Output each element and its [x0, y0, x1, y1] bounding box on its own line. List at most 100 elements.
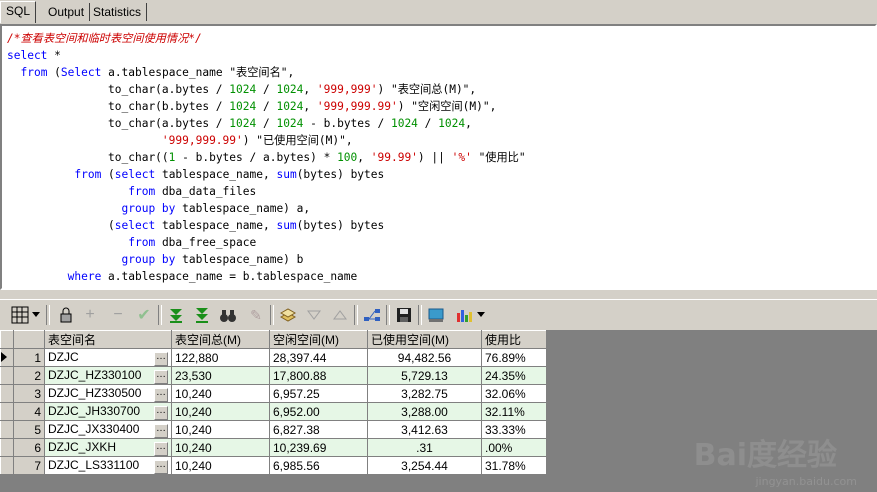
column-header-usage-ratio[interactable]: 使用比 — [481, 330, 547, 349]
cell-tablespace-name[interactable]: DZJC… — [44, 348, 172, 367]
cell-used[interactable]: 3,412.63 — [367, 420, 482, 439]
code-token: '999,999' — [316, 83, 378, 96]
code-line[interactable]: /*查看表空间和临时表空间使用情况*/ — [7, 30, 526, 47]
code-line[interactable]: from (Select a.tablespace_name "表空间名", — [7, 64, 526, 81]
cell-tablespace-name[interactable]: DZJC_HZ330500… — [44, 384, 172, 403]
code-line[interactable]: '999,999.99') "已使用空间(M)", — [7, 132, 526, 149]
binoculars-icon[interactable] — [218, 305, 238, 325]
query-by-example-icon[interactable] — [278, 305, 298, 325]
lock-icon[interactable] — [56, 305, 76, 325]
table-row[interactable]: 2 DZJC_HZ330100 … 23,530 17,800.88 5,729.13 24… — [0, 366, 547, 385]
code-token: / — [417, 117, 439, 130]
code-line[interactable]: select * — [7, 47, 526, 64]
save-icon[interactable] — [394, 305, 414, 325]
code-line[interactable]: to_char(a.bytes / 1024 / 1024, '999,999'… — [7, 81, 526, 98]
chevron-down-icon[interactable] — [476, 305, 486, 325]
code-line[interactable]: to_char((1 - b.bytes / a.bytes) * 100, '… — [7, 149, 526, 166]
row-number[interactable]: 6 — [13, 438, 45, 457]
row-number[interactable]: 3 — [13, 384, 45, 403]
code-line[interactable]: where a.tablespace_name = b.tablespace_n… — [7, 268, 526, 285]
cell-free[interactable]: 17,800.88 — [269, 366, 368, 385]
table-row[interactable]: 1 DZJC … 122,880 28,397.44 94,482.56 76.89% — [0, 348, 547, 367]
grid-layout-icon[interactable] — [10, 305, 30, 325]
table-row[interactable]: 5 DZJC_JX330400 … 10,240 6,827.38 3,412.63 33.… — [0, 420, 547, 439]
cell-free[interactable]: 6,827.38 — [269, 420, 368, 439]
cell-total[interactable]: 10,240 — [171, 438, 270, 457]
cell-usage-ratio[interactable]: 32.06% — [481, 384, 547, 403]
cell-used[interactable]: 3,288.00 — [367, 402, 482, 421]
cell-total[interactable]: 23,530 — [171, 366, 270, 385]
ellipsis-button[interactable]: … — [154, 369, 168, 384]
table-row[interactable]: 7 DZJC_LS331100 … 10,240 6,985.56 3,254.44 31.… — [0, 456, 547, 475]
cell-total[interactable]: 10,240 — [171, 402, 270, 421]
cell-free[interactable]: 10,239.69 — [269, 438, 368, 457]
code-line[interactable]: group by tablespace_name) b — [7, 251, 526, 268]
cell-tablespace-name[interactable]: DZJC_JH330700… — [44, 402, 172, 421]
chart-icon[interactable] — [454, 305, 474, 325]
cell-used[interactable]: 5,729.13 — [367, 366, 482, 385]
fetch-last-icon[interactable] — [192, 305, 212, 325]
export-icon[interactable] — [426, 305, 446, 325]
code-line[interactable]: from dba_data_files — [7, 183, 526, 200]
column-header-used[interactable]: 已使用空间(M) — [367, 330, 482, 349]
row-number[interactable]: 1 — [13, 348, 45, 367]
cell-total[interactable]: 10,240 — [171, 456, 270, 475]
code-token: '%' — [451, 151, 472, 164]
cell-free[interactable]: 6,952.00 — [269, 402, 368, 421]
cell-tablespace-name[interactable]: DZJC_JX330400… — [44, 420, 172, 439]
cell-used[interactable]: 94,482.56 — [367, 348, 482, 367]
ellipsis-button[interactable]: … — [154, 351, 168, 366]
cell-used[interactable]: .31 — [367, 438, 482, 457]
column-header-total[interactable]: 表空间总(M) — [171, 330, 270, 349]
cell-usage-ratio[interactable]: 33.33% — [481, 420, 547, 439]
ellipsis-button[interactable]: … — [154, 387, 168, 402]
pane-splitter[interactable] — [0, 290, 877, 296]
cell-usage-ratio[interactable]: 31.78% — [481, 456, 547, 475]
tab-statistics[interactable]: Statistics — [88, 3, 148, 21]
column-header-free[interactable]: 空闲空间(M) — [269, 330, 368, 349]
cell-free[interactable]: 6,985.56 — [269, 456, 368, 475]
cell-free[interactable]: 28,397.44 — [269, 348, 368, 367]
cell-tablespace-name[interactable]: DZJC_HZ330100… — [44, 366, 172, 385]
cell-total[interactable]: 122,880 — [171, 348, 270, 367]
cell-total[interactable]: 10,240 — [171, 384, 270, 403]
row-number[interactable]: 5 — [13, 420, 45, 439]
row-number[interactable]: 4 — [13, 402, 45, 421]
ellipsis-button[interactable]: … — [154, 441, 168, 456]
cell-tablespace-name[interactable]: DZJC_LS331100… — [44, 456, 172, 475]
cell-used[interactable]: 3,254.44 — [367, 456, 482, 475]
tab-sql[interactable]: SQL — [0, 1, 37, 23]
row-indicator — [0, 366, 14, 385]
cell-total[interactable]: 10,240 — [171, 420, 270, 439]
code-line[interactable]: to_char(b.bytes / 1024 / 1024, '999,999.… — [7, 98, 526, 115]
code-line[interactable]: (select tablespace_name, sum(bytes) byte… — [7, 217, 526, 234]
code-line[interactable]: from (select tablespace_name, sum(bytes)… — [7, 166, 526, 183]
table-row[interactable]: 4 DZJC_JH330700 … 10,240 6,952.00 3,288.00 32.… — [0, 402, 547, 421]
cell-tablespace-name[interactable]: DZJC_JXKH… — [44, 438, 172, 457]
ellipsis-button[interactable]: … — [154, 459, 168, 474]
code-token: select — [114, 219, 156, 232]
cell-usage-ratio[interactable]: 32.11% — [481, 402, 547, 421]
sql-editor[interactable]: /*查看表空间和临时表空间使用情况*/select * from (Select… — [0, 24, 877, 290]
cell-usage-ratio[interactable]: .00% — [481, 438, 547, 457]
fetch-next-icon[interactable] — [166, 305, 186, 325]
cell-usage-ratio[interactable]: 24.35% — [481, 366, 547, 385]
cell-free[interactable]: 6,957.25 — [269, 384, 368, 403]
cell-used[interactable]: 3,282.75 — [367, 384, 482, 403]
link-records-icon[interactable] — [362, 305, 382, 325]
code-line[interactable]: group by tablespace_name) a, — [7, 200, 526, 217]
chevron-down-icon[interactable] — [31, 305, 41, 325]
row-number[interactable]: 7 — [13, 456, 45, 475]
code-line[interactable]: to_char(a.bytes / 1024 / 1024 - b.bytes … — [7, 115, 526, 132]
ellipsis-button[interactable]: … — [154, 423, 168, 438]
code-token: ( — [101, 168, 115, 181]
ellipsis-button[interactable]: … — [154, 405, 168, 420]
table-row[interactable]: 3 DZJC_HZ330500 … 10,240 6,957.25 3,282.75 32.… — [0, 384, 547, 403]
cell-usage-ratio[interactable]: 76.89% — [481, 348, 547, 367]
tab-output[interactable]: Output — [43, 3, 91, 21]
code-line[interactable]: from dba_free_space — [7, 234, 526, 251]
table-row[interactable]: 6 DZJC_JXKH … 10,240 10,239.69.31.00% — [0, 438, 547, 457]
row-number[interactable]: 2 — [13, 366, 45, 385]
sql-editor-text[interactable]: /*查看表空间和临时表空间使用情况*/select * from (Select… — [7, 30, 526, 285]
column-header-tablespace-name[interactable]: 表空间名 — [44, 330, 172, 349]
